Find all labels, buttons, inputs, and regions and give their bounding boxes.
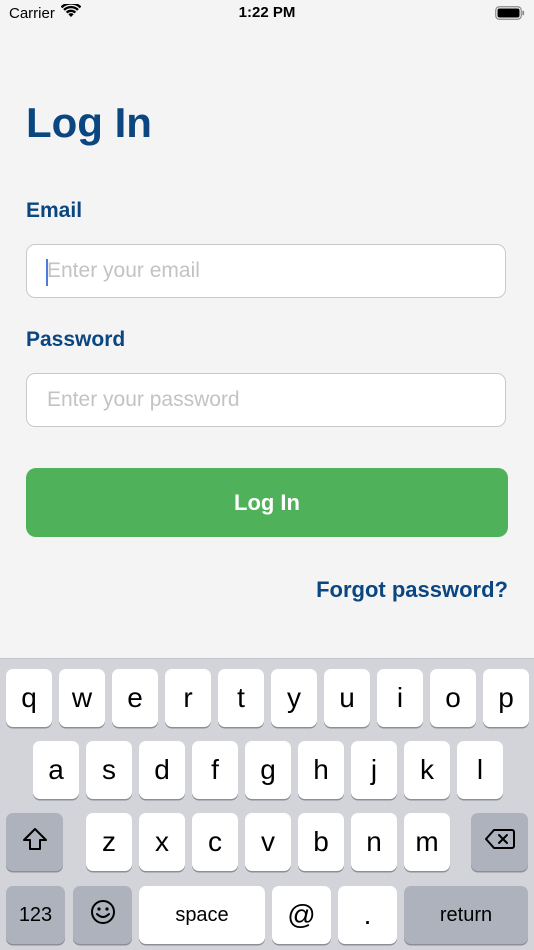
battery-icon xyxy=(495,6,525,24)
text-cursor xyxy=(46,259,48,286)
key-e[interactable]: e xyxy=(112,669,158,727)
at-key[interactable]: @ xyxy=(272,886,331,944)
key-k[interactable]: k xyxy=(404,741,450,799)
return-key[interactable]: return xyxy=(404,886,528,944)
key-c[interactable]: c xyxy=(192,813,238,871)
forgot-password-link[interactable]: Forgot password? xyxy=(316,577,508,603)
key-q[interactable]: q xyxy=(6,669,52,727)
key-g[interactable]: g xyxy=(245,741,291,799)
key-a[interactable]: a xyxy=(33,741,79,799)
page-title: Log In xyxy=(26,99,152,146)
password-label: Password xyxy=(26,328,126,351)
status-bar: Carrier 1:22 PM xyxy=(0,0,534,28)
login-button[interactable]: Log In xyxy=(26,468,508,537)
password-input[interactable] xyxy=(26,373,506,427)
key-n[interactable]: n xyxy=(351,813,397,871)
delete-icon xyxy=(484,828,515,856)
key-r[interactable]: r xyxy=(165,669,211,727)
key-s[interactable]: s xyxy=(86,741,132,799)
space-key[interactable]: space xyxy=(139,886,265,944)
shift-icon xyxy=(22,827,48,857)
key-y[interactable]: y xyxy=(271,669,317,727)
key-d[interactable]: d xyxy=(139,741,185,799)
key-v[interactable]: v xyxy=(245,813,291,871)
key-t[interactable]: t xyxy=(218,669,264,727)
key-p[interactable]: p xyxy=(483,669,529,727)
key-o[interactable]: o xyxy=(430,669,476,727)
key-x[interactable]: x xyxy=(139,813,185,871)
emoji-icon xyxy=(90,899,116,931)
key-b[interactable]: b xyxy=(298,813,344,871)
key-i[interactable]: i xyxy=(377,669,423,727)
key-l[interactable]: l xyxy=(457,741,503,799)
keyboard: q w e r t y u i o p a s d f g h j k l z … xyxy=(0,658,534,950)
key-z[interactable]: z xyxy=(86,813,132,871)
key-w[interactable]: w xyxy=(59,669,105,727)
email-input[interactable] xyxy=(26,244,506,298)
key-j[interactable]: j xyxy=(351,741,397,799)
key-f[interactable]: f xyxy=(192,741,238,799)
email-label: Email xyxy=(26,199,83,222)
emoji-key[interactable] xyxy=(73,886,132,944)
shift-key[interactable] xyxy=(6,813,63,871)
key-h[interactable]: h xyxy=(298,741,344,799)
key-m[interactable]: m xyxy=(404,813,450,871)
dot-key[interactable]: . xyxy=(338,886,397,944)
login-screen: Carrier 1:22 PM Log In Email Password Lo xyxy=(0,0,534,950)
key-u[interactable]: u xyxy=(324,669,370,727)
delete-key[interactable] xyxy=(471,813,528,871)
status-time: 1:22 PM xyxy=(238,4,296,21)
numbers-key[interactable]: 123 xyxy=(6,886,65,944)
